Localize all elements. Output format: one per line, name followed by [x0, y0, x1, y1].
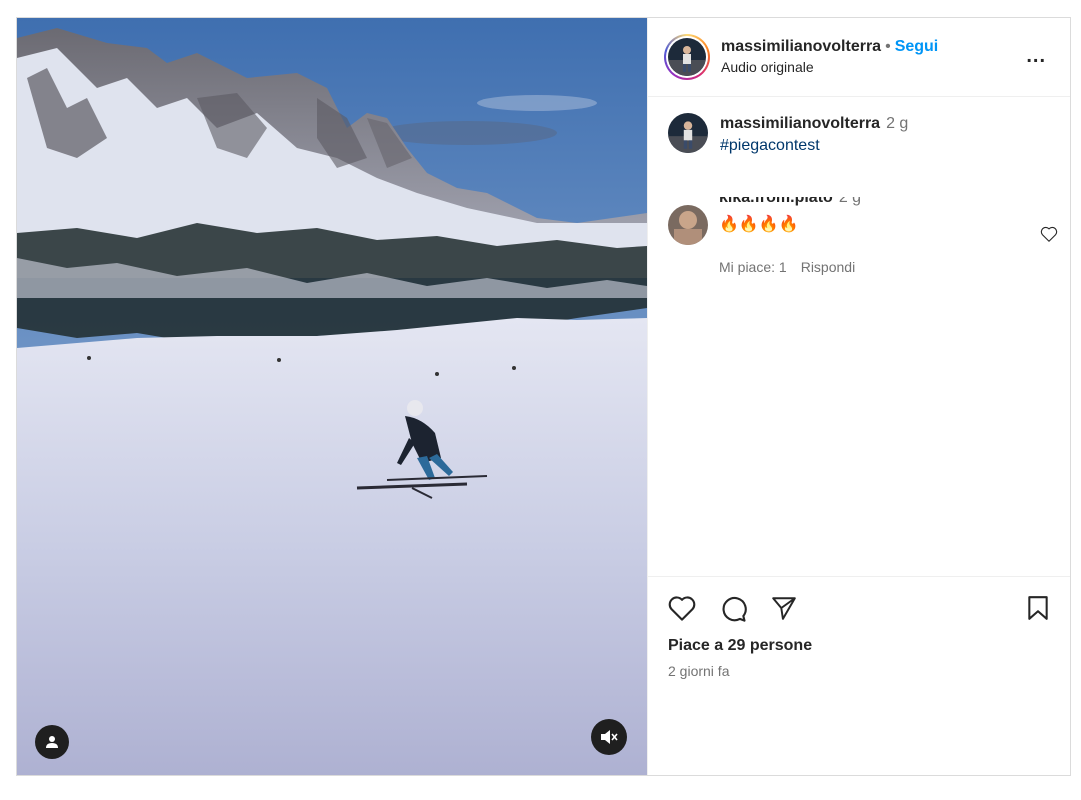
heart-icon[interactable]	[668, 595, 696, 626]
ski-video-frame	[17, 18, 647, 775]
action-bar	[668, 595, 1050, 627]
mute-toggle-button[interactable]	[591, 719, 627, 755]
story-ring[interactable]	[664, 34, 710, 80]
avatar[interactable]	[668, 113, 708, 153]
post-dialog: massimilianovolterra • Segui Audio origina…	[16, 17, 1071, 776]
person-icon	[46, 736, 58, 748]
comment-likes[interactable]: Mi piace: 1	[719, 259, 787, 275]
likes-count[interactable]: Piace a 29 persone	[668, 637, 812, 655]
comment-username[interactable]: kika.from.plato	[719, 197, 833, 206]
hashtag-link[interactable]: #piegacontest	[720, 135, 908, 157]
audio-link[interactable]: Audio originale	[721, 59, 938, 77]
avatar	[668, 38, 706, 76]
header-username[interactable]: massimilianovolterra	[721, 38, 881, 55]
post-date: 2 giorni fa	[668, 663, 730, 679]
ellipsis-icon[interactable]: ...	[1026, 45, 1046, 68]
comment-text: 🔥🔥🔥🔥	[719, 216, 799, 233]
paper-plane-icon[interactable]	[770, 595, 798, 626]
post-caption: massimilianovolterra 2 g #piegacontest	[668, 113, 908, 157]
speaker-muted-icon	[601, 730, 618, 744]
tagged-users-button[interactable]	[35, 725, 69, 759]
comment-time: 2 g	[838, 197, 862, 206]
post-header: massimilianovolterra • Segui Audio origina…	[648, 18, 1070, 97]
comment-bubble-icon[interactable]	[720, 595, 748, 628]
comment-item: kika.from.plato 2 g 🔥🔥🔥🔥 Mi piace: 1 Rispo…	[668, 197, 1058, 287]
caption-time: 2 g	[886, 115, 909, 132]
bookmark-icon[interactable]	[1026, 595, 1050, 626]
comments-section: massimilianovolterra 2 g #piegacontest ki…	[648, 97, 1070, 576]
post-sidebar: massimilianovolterra • Segui Audio origina…	[647, 18, 1070, 775]
separator-dot: •	[885, 38, 891, 56]
reply-button[interactable]: Rispondi	[801, 259, 855, 275]
post-actions-area: Piace a 29 persone 2 giorni fa	[648, 576, 1070, 775]
heart-icon[interactable]	[1040, 226, 1058, 247]
caption-username[interactable]: massimilianovolterra	[720, 115, 880, 132]
avatar[interactable]	[668, 205, 708, 245]
video-player[interactable]	[17, 18, 647, 775]
follow-button[interactable]: Segui	[895, 38, 939, 55]
